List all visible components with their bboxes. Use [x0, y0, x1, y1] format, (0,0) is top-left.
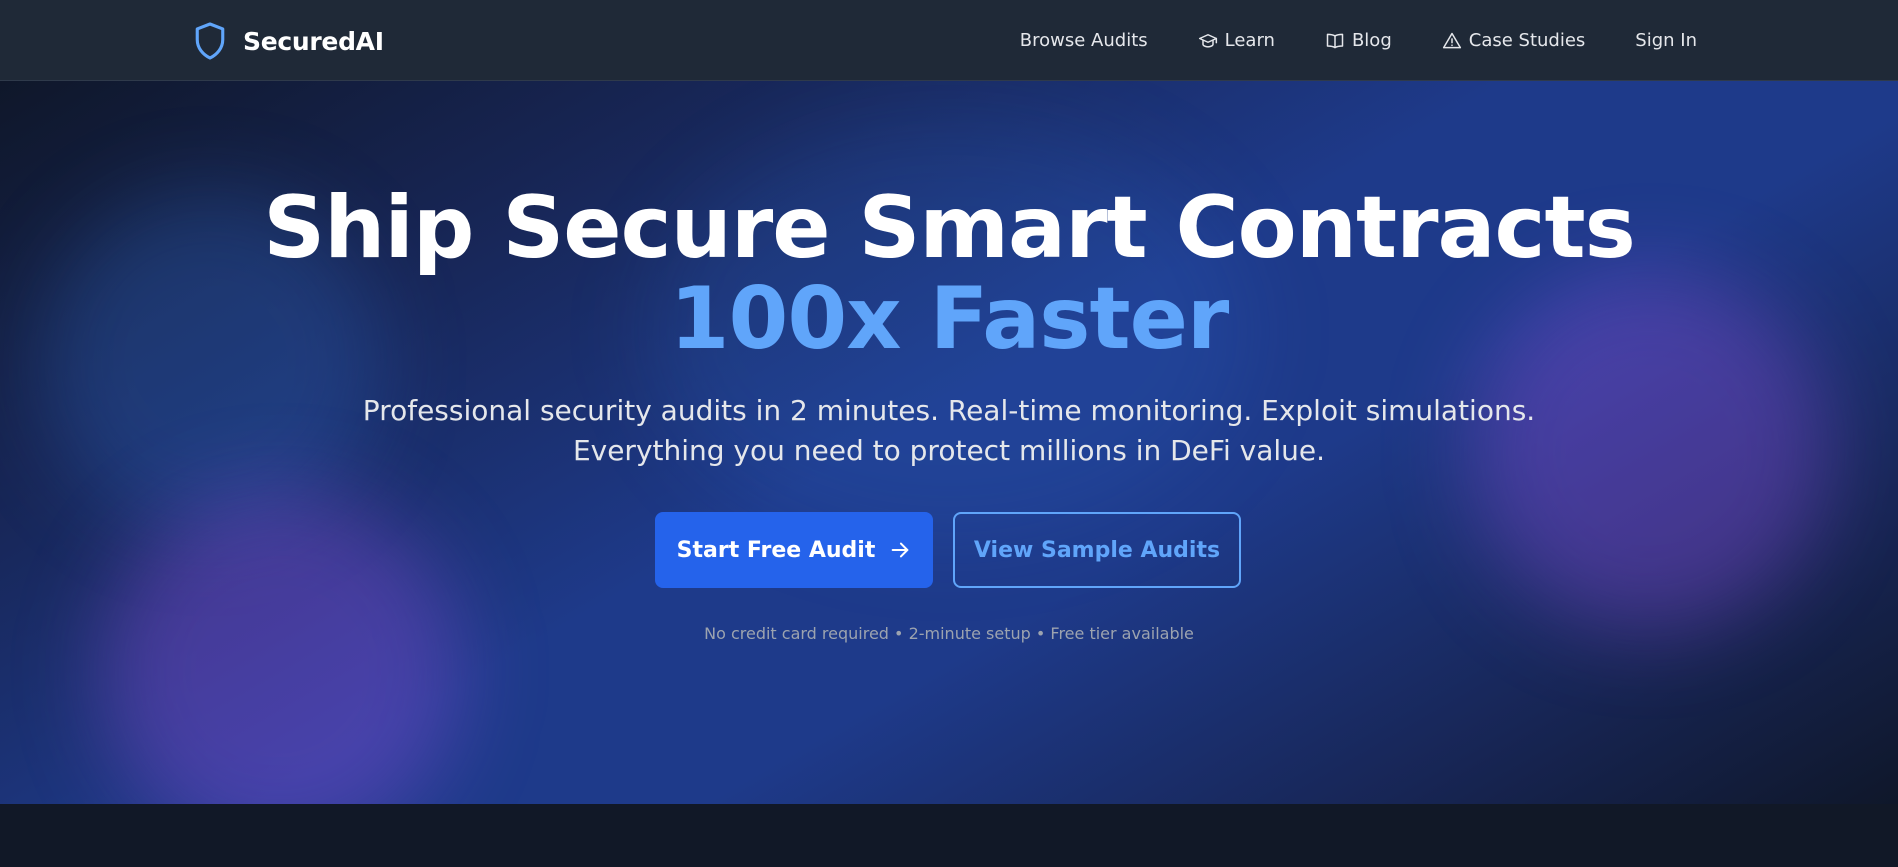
- nav-item-case-studies[interactable]: Case Studies: [1442, 30, 1586, 51]
- brand-name: SecuredAI: [243, 26, 384, 56]
- hero-subtitle-line-1: Professional security audits in 2 minute…: [362, 394, 1536, 427]
- view-sample-audits-button[interactable]: View Sample Audits: [953, 512, 1241, 588]
- nav-item-blog[interactable]: Blog: [1325, 30, 1392, 51]
- nav-item-sign-in[interactable]: Sign In: [1635, 30, 1697, 51]
- hero-section: Ship Secure Smart Contracts 100x Faster …: [0, 81, 1898, 804]
- top-navbar: SecuredAI Browse Audits Learn Blog Case …: [0, 0, 1898, 81]
- view-sample-audits-label: View Sample Audits: [973, 537, 1221, 563]
- nav-item-browse-audits[interactable]: Browse Audits: [1020, 30, 1148, 51]
- shield-icon: [193, 21, 227, 61]
- hero-headline: Ship Secure Smart Contracts: [263, 178, 1636, 278]
- nav-item-label: Case Studies: [1468, 30, 1586, 51]
- alert-triangle-icon: [1442, 31, 1462, 51]
- main-nav: Browse Audits Learn Blog Case Studies Si…: [1020, 0, 1697, 81]
- start-free-audit-label: Start Free Audit: [676, 537, 876, 563]
- hero-subtitle-line-2: Everything you need to protect millions …: [572, 434, 1326, 467]
- nav-item-label: Blog: [1351, 30, 1392, 51]
- book-open-icon: [1325, 31, 1345, 51]
- nav-item-label: Learn: [1224, 30, 1275, 51]
- brand-logo-link[interactable]: SecuredAI: [193, 19, 384, 63]
- hero-fine-print: No credit card required • 2-minute setup…: [704, 624, 1194, 643]
- arrow-right-icon: [889, 539, 911, 561]
- graduation-cap-icon: [1198, 31, 1218, 51]
- cta-button-group: Start Free Audit View Sample Audits: [0, 512, 1898, 588]
- next-section-top: [0, 804, 1898, 867]
- nav-item-learn[interactable]: Learn: [1198, 30, 1275, 51]
- hero-headline-accent: 100x Faster: [669, 269, 1230, 369]
- hero-subtitle: Professional security audits in 2 minute…: [0, 391, 1898, 471]
- nav-item-label: Sign In: [1635, 30, 1697, 51]
- nav-item-label: Browse Audits: [1019, 30, 1148, 51]
- start-free-audit-button[interactable]: Start Free Audit: [655, 512, 933, 588]
